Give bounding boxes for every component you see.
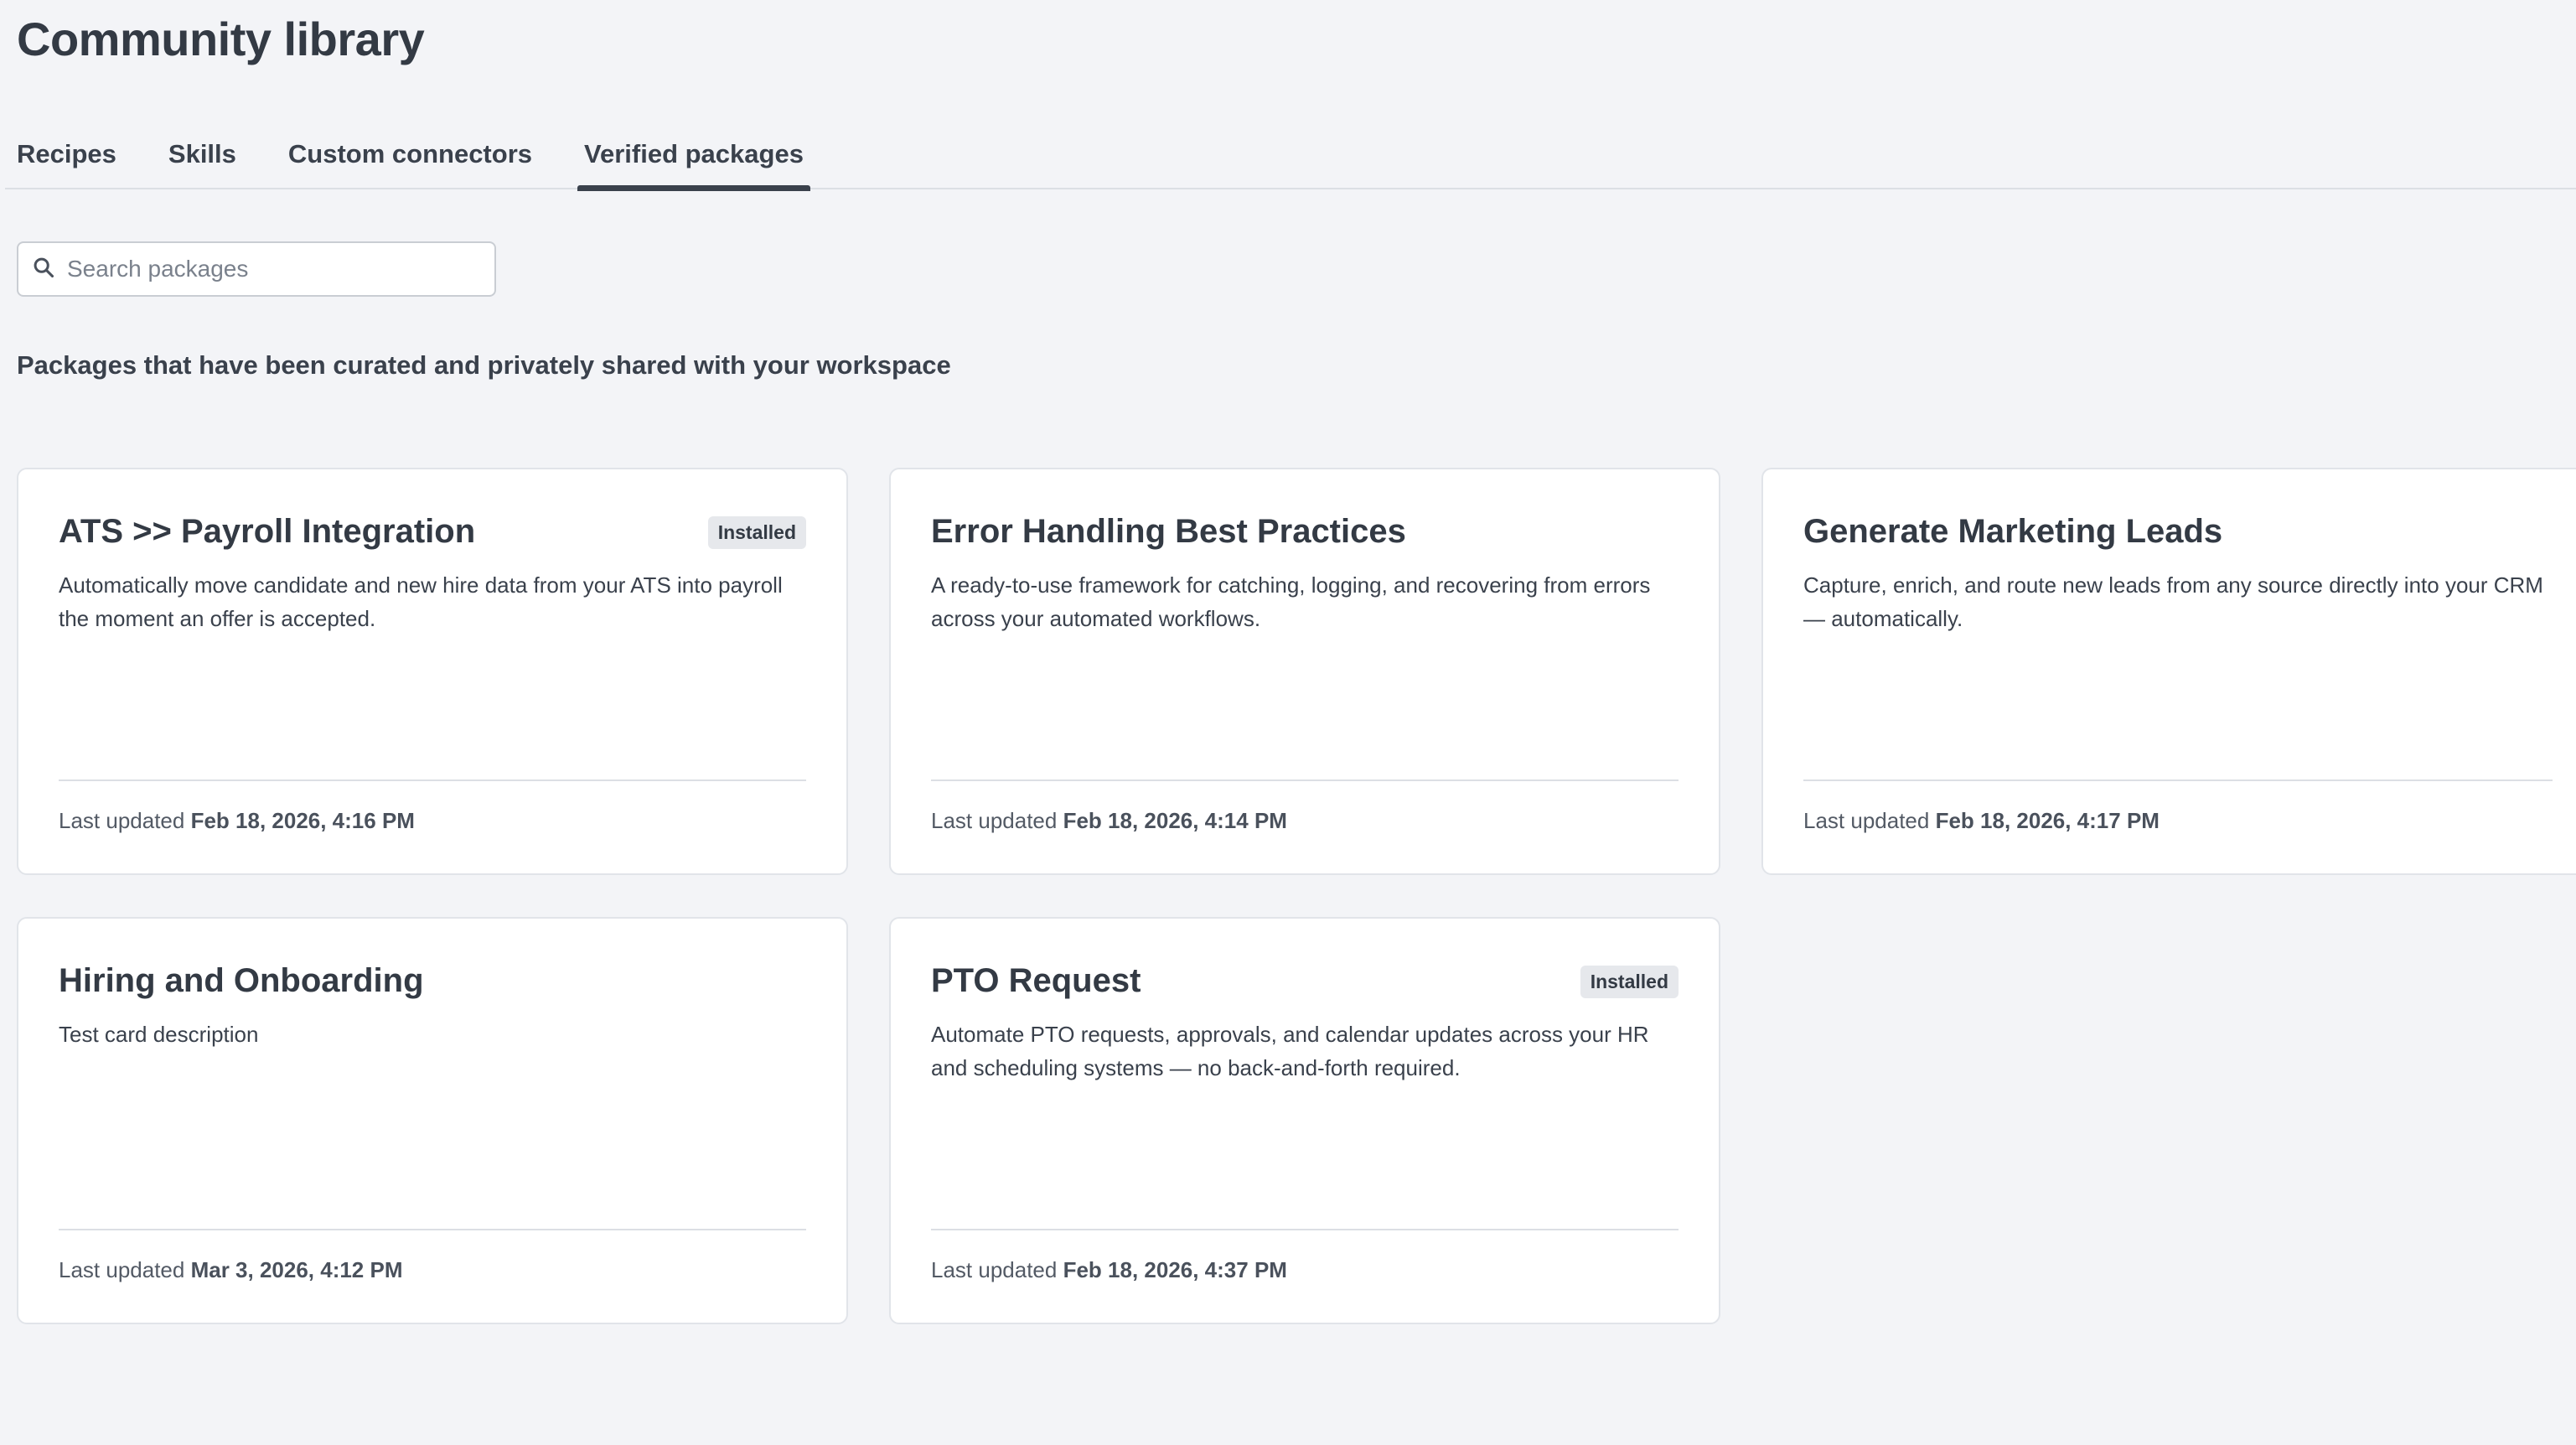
card-divider <box>931 1229 1679 1230</box>
package-card[interactable]: Generate Marketing Leads Capture, enrich… <box>1761 468 2576 875</box>
tab-verified-packages[interactable]: Verified packages <box>577 134 810 191</box>
package-card[interactable]: PTO Request Installed Automate PTO reque… <box>889 917 1720 1324</box>
last-updated-value: Mar 3, 2026, 4:12 PM <box>190 1257 403 1282</box>
tab-bar: Recipes Skills Custom connectors Verifie… <box>5 134 2576 191</box>
last-updated-value: Feb 18, 2026, 4:37 PM <box>1063 1257 1287 1282</box>
card-last-updated: Last updated Mar 3, 2026, 4:12 PM <box>59 1257 403 1283</box>
last-updated-value: Feb 18, 2026, 4:17 PM <box>1935 808 2160 833</box>
card-title: Generate Marketing Leads <box>1803 513 2223 550</box>
card-last-updated: Last updated Feb 18, 2026, 4:14 PM <box>931 808 1287 834</box>
last-updated-label: Last updated <box>59 1257 191 1282</box>
last-updated-label: Last updated <box>931 1257 1063 1282</box>
card-last-updated: Last updated Feb 18, 2026, 4:37 PM <box>931 1257 1287 1283</box>
page-subtitle: Packages that have been curated and priv… <box>17 350 951 380</box>
card-divider <box>59 1229 806 1230</box>
search-icon <box>32 256 55 283</box>
card-description: Capture, enrich, and route new leads fro… <box>1803 572 2543 631</box>
community-library-page: Community library Recipes Skills Custom … <box>0 0 2576 1445</box>
card-description: Automate PTO requests, approvals, and ca… <box>931 1022 1649 1080</box>
search-box[interactable] <box>17 241 496 297</box>
card-divider <box>931 779 1679 781</box>
last-updated-value: Feb 18, 2026, 4:14 PM <box>1063 808 1287 833</box>
card-last-updated: Last updated Feb 18, 2026, 4:17 PM <box>1803 808 2160 834</box>
card-divider <box>1803 779 2553 781</box>
card-title: Hiring and Onboarding <box>59 962 424 999</box>
last-updated-label: Last updated <box>931 808 1063 833</box>
page-title: Community library <box>17 13 425 65</box>
package-card[interactable]: Error Handling Best Practices A ready-to… <box>889 468 1720 875</box>
package-card[interactable]: Hiring and Onboarding Test card descript… <box>17 917 848 1324</box>
tab-skills[interactable]: Skills <box>162 134 243 189</box>
card-last-updated: Last updated Feb 18, 2026, 4:16 PM <box>59 808 415 834</box>
card-title: ATS >> Payroll Integration <box>59 513 476 550</box>
last-updated-label: Last updated <box>1803 808 1936 833</box>
card-title: PTO Request <box>931 962 1141 999</box>
last-updated-label: Last updated <box>59 808 191 833</box>
card-divider <box>59 779 806 781</box>
card-description: Test card description <box>59 1022 259 1047</box>
search-input[interactable] <box>67 256 469 282</box>
last-updated-value: Feb 18, 2026, 4:16 PM <box>190 808 415 833</box>
tab-custom-connectors[interactable]: Custom connectors <box>282 134 539 189</box>
card-description: A ready-to-use framework for catching, l… <box>931 572 1651 631</box>
installed-badge: Installed <box>707 516 806 549</box>
tab-recipes[interactable]: Recipes <box>10 134 123 189</box>
card-title: Error Handling Best Practices <box>931 513 1406 550</box>
package-card[interactable]: ATS >> Payroll Integration Installed Aut… <box>17 468 848 875</box>
card-description: Automatically move candidate and new hir… <box>59 572 783 631</box>
installed-badge: Installed <box>1580 966 1679 998</box>
